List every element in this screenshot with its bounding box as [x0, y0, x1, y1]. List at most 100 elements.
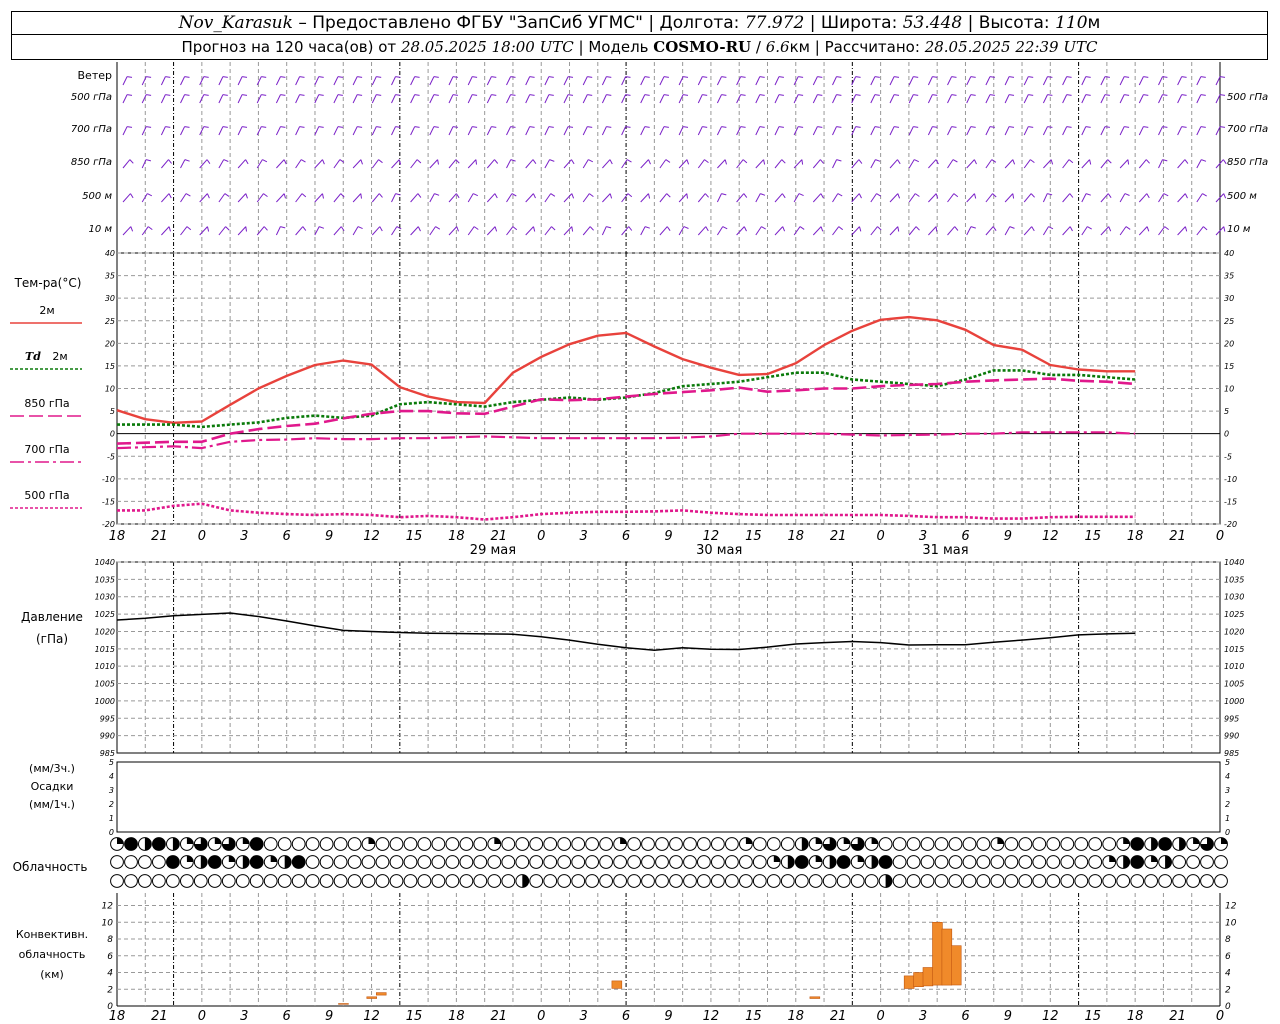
wind-barb	[966, 159, 977, 169]
cloud-circle	[780, 874, 795, 888]
cloud-circle	[1004, 837, 1019, 851]
cloud-circle	[1060, 855, 1075, 869]
wind-barb	[563, 193, 575, 203]
cloud-circle	[892, 837, 907, 851]
wind-barb	[122, 226, 134, 236]
cloud-circle	[347, 874, 362, 888]
legend-850-label: 850 гПа	[24, 397, 69, 410]
y-tick-label-left: 25	[105, 317, 115, 326]
wind-barb	[160, 76, 171, 86]
x-tick-label: 0	[876, 529, 884, 544]
cloud-circle	[1074, 874, 1089, 888]
cloud-circle	[221, 874, 236, 888]
cloud-fill	[1109, 855, 1116, 862]
wind-barb	[774, 159, 786, 169]
y-tick-label-left: 1040	[95, 558, 115, 567]
cloud-circle	[585, 855, 599, 869]
cloud-circle	[1088, 855, 1103, 869]
wind-barb	[1177, 193, 1188, 203]
wind-barb	[755, 126, 765, 136]
cloud-circle	[1186, 855, 1200, 869]
wind-barb	[1042, 126, 1053, 136]
wind-barb	[659, 94, 669, 104]
wind-barb	[544, 193, 556, 203]
cloud-circle	[1116, 874, 1131, 888]
cloud-fill	[871, 837, 878, 844]
cloud-circle	[711, 855, 725, 869]
y-tick-label-right: 1015	[1224, 645, 1244, 654]
wind-barb	[1119, 76, 1130, 86]
wind-barb	[563, 76, 574, 86]
cloud-circle	[305, 874, 320, 888]
wind-barb	[851, 193, 862, 203]
cloud-circle	[613, 874, 627, 888]
wind-barb	[697, 193, 709, 203]
y-tick-label-left: 35	[105, 272, 115, 281]
cloud-circle	[1200, 855, 1214, 869]
cloud-circle	[389, 855, 404, 869]
cloud-circle	[613, 855, 627, 869]
y-tick-label-right: 35	[1224, 272, 1234, 281]
wind-barb	[371, 126, 382, 136]
conv-tick-right: 2	[1225, 985, 1231, 995]
wind-level-label-right: 700 гПа	[1227, 124, 1268, 135]
wind-barb	[544, 76, 554, 86]
x-tick-label: 9	[325, 1009, 333, 1024]
y-tick-label-right: 995	[1224, 714, 1239, 723]
wind-barb	[1138, 159, 1150, 169]
wind-barb	[812, 226, 824, 236]
cloud-circle	[655, 874, 669, 888]
conv-title-2: облачность	[19, 948, 86, 961]
y-tick-label-right: 10	[1224, 385, 1234, 394]
cloud-circle	[110, 874, 124, 888]
wind-level-label-right: 500 м	[1227, 191, 1257, 202]
wind-barb	[947, 76, 957, 86]
x-tick-label: 21	[1169, 1009, 1186, 1024]
wind-barb	[352, 76, 363, 86]
cloud-circle	[1158, 874, 1172, 888]
cloud-fill	[200, 855, 208, 869]
wind-barb	[678, 94, 689, 104]
wind-barb	[927, 126, 938, 136]
wind-barb	[812, 76, 823, 86]
wind-barb	[429, 159, 439, 169]
wind-barb	[218, 126, 228, 136]
wind-barb	[122, 76, 133, 86]
cloud-circle	[1200, 874, 1214, 888]
wind-barb	[870, 94, 880, 104]
cloud-circle	[1172, 855, 1186, 869]
wind-barb	[199, 159, 211, 169]
cloud-circle	[920, 855, 935, 869]
cloud-cover-grid	[110, 837, 1228, 888]
cloud-circle	[697, 874, 711, 888]
x-tick-label: 6	[961, 529, 969, 544]
cloud-circle	[585, 837, 599, 851]
wind-barb	[199, 76, 209, 86]
cloud-circle	[1074, 855, 1089, 869]
wind-barb	[1100, 159, 1112, 169]
wind-barb	[333, 226, 345, 236]
wind-barb	[1119, 159, 1130, 169]
wind-barb	[1196, 94, 1206, 104]
x-tick-label: 15	[406, 1009, 423, 1024]
cloud-circle	[529, 855, 544, 869]
legend-td-level: 2м	[52, 350, 67, 363]
wind-barb	[1004, 94, 1015, 104]
cloud-fill	[1158, 837, 1172, 851]
cloud-circle	[291, 874, 306, 888]
wind-barb	[678, 226, 689, 236]
precip-unit-1h: (мм/1ч.)	[29, 798, 75, 811]
cloud-circle	[459, 855, 474, 869]
wind-barb	[697, 226, 709, 236]
x-tick-label: 18	[1127, 529, 1144, 544]
convective-bar	[809, 996, 821, 999]
pressure-frame	[116, 561, 1221, 754]
cloud-circle	[627, 874, 641, 888]
precip-title: Осадки	[31, 780, 74, 793]
wind-barb	[525, 126, 535, 136]
wind-barb	[276, 193, 286, 203]
cloud-circle	[892, 874, 907, 888]
precip-unit-3h: (мм/3ч.)	[29, 762, 75, 775]
cloud-circle	[599, 855, 613, 869]
wind-barb	[1042, 76, 1053, 86]
